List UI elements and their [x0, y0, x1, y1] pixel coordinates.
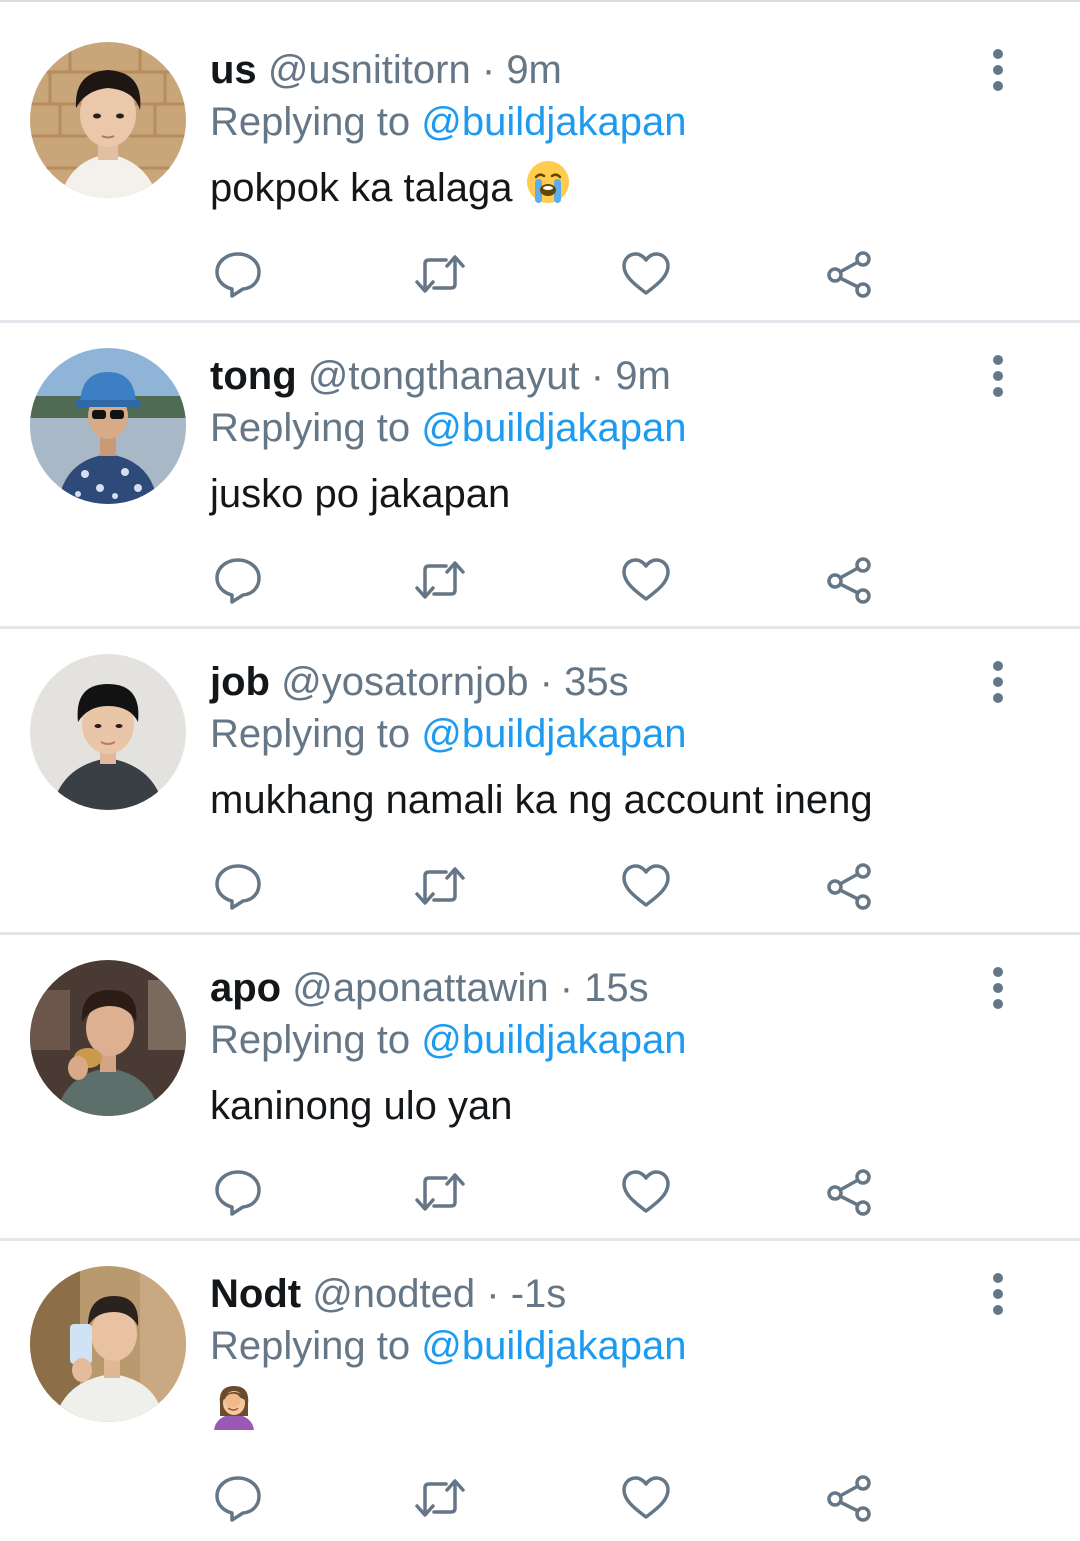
more-options-icon[interactable] — [978, 660, 1018, 704]
handle[interactable]: @tongthanayut — [308, 354, 580, 398]
like-heart-icon[interactable] — [620, 860, 672, 912]
tweet-text-content: pokpok ka talaga — [210, 166, 513, 211]
retweet-icon[interactable] — [414, 860, 466, 912]
reply-tweet[interactable]: us @usnititorn · 9m Replying to @buildja… — [0, 0, 1080, 323]
replying-label: Replying to — [210, 1324, 411, 1368]
more-options-icon[interactable] — [978, 966, 1018, 1010]
avatar[interactable] — [30, 1266, 186, 1422]
display-name[interactable]: job — [210, 660, 270, 704]
tweet-text-content: kaninong ulo yan — [210, 1084, 513, 1128]
like-heart-icon[interactable] — [620, 248, 672, 300]
separator: · — [486, 1272, 500, 1316]
reply-tweet[interactable]: job @yosatornjob · 35s Replying to @buil… — [0, 612, 1080, 935]
like-heart-icon[interactable] — [620, 1472, 672, 1524]
display-name[interactable]: apo — [210, 966, 281, 1010]
more-options-icon[interactable] — [978, 354, 1018, 398]
replying-to-line: Replying to @buildjakapan — [210, 706, 686, 762]
replying-mention[interactable]: @buildjakapan — [421, 406, 686, 450]
replying-mention[interactable]: @buildjakapan — [421, 1324, 686, 1368]
like-heart-icon[interactable] — [620, 554, 672, 606]
avatar[interactable] — [30, 42, 186, 198]
share-icon[interactable] — [824, 248, 876, 300]
avatar[interactable] — [30, 960, 186, 1116]
handle[interactable]: @yosatornjob — [281, 660, 528, 704]
timestamp[interactable]: -1s — [511, 1272, 567, 1316]
share-icon[interactable] — [824, 1166, 876, 1218]
tweet-text — [210, 1382, 258, 1442]
tweet-header: job @yosatornjob · 35s — [210, 654, 629, 710]
separator: · — [539, 660, 553, 704]
retweet-icon[interactable] — [414, 248, 466, 300]
tweet-text: jusko po jakapan — [210, 464, 510, 524]
reply-tweet[interactable]: apo @aponattawin · 15s Replying to @buil… — [0, 918, 1080, 1241]
replying-to-line: Replying to @buildjakapan — [210, 94, 686, 150]
timestamp[interactable]: 9m — [506, 48, 562, 92]
share-icon[interactable] — [824, 1472, 876, 1524]
replying-to-line: Replying to @buildjakapan — [210, 1318, 686, 1374]
replying-mention[interactable]: @buildjakapan — [421, 712, 686, 756]
separator: · — [481, 48, 496, 92]
replying-to-line: Replying to @buildjakapan — [210, 1012, 686, 1068]
reply-icon[interactable] — [212, 554, 264, 606]
tweet-text: kaninong ulo yan — [210, 1076, 512, 1136]
tweet-header: tong @tongthanayut · 9m — [210, 348, 671, 404]
reply-icon[interactable] — [212, 1166, 264, 1218]
reply-tweet[interactable]: Nodt @nodted · -1s Replying to @buildjak… — [0, 1224, 1080, 1541]
replying-mention[interactable]: @buildjakapan — [421, 1018, 686, 1062]
tweet-text-content: jusko po jakapan — [210, 472, 511, 516]
timestamp[interactable]: 35s — [564, 660, 629, 704]
woman-facepalming-icon — [210, 1382, 258, 1447]
tweet-text-content: mukhang namali ka ng account ineng — [210, 778, 873, 822]
loudly-crying-face-icon — [524, 158, 572, 223]
reply-icon[interactable] — [212, 860, 264, 912]
reply-icon[interactable] — [212, 1472, 264, 1524]
like-heart-icon[interactable] — [620, 1166, 672, 1218]
tweet-header: us @usnititorn · 9m — [210, 42, 562, 98]
more-options-icon[interactable] — [978, 48, 1018, 92]
replying-label: Replying to — [210, 100, 411, 144]
replying-label: Replying to — [210, 712, 411, 756]
avatar[interactable] — [30, 348, 186, 504]
display-name[interactable]: tong — [210, 354, 297, 398]
replying-label: Replying to — [210, 1018, 411, 1062]
more-options-icon[interactable] — [978, 1272, 1018, 1316]
handle[interactable]: @usnititorn — [268, 48, 471, 92]
tweet-text: mukhang namali ka ng account ineng — [210, 770, 873, 830]
retweet-icon[interactable] — [414, 1472, 466, 1524]
display-name[interactable]: us — [210, 48, 257, 92]
avatar[interactable] — [30, 654, 186, 810]
share-icon[interactable] — [824, 860, 876, 912]
handle[interactable]: @nodted — [312, 1272, 475, 1316]
timestamp[interactable]: 15s — [584, 966, 649, 1010]
timestamp[interactable]: 9m — [615, 354, 671, 398]
handle[interactable]: @aponattawin — [292, 966, 548, 1010]
tweet-header: apo @aponattawin · 15s — [210, 960, 649, 1016]
tweet-text: pokpok ka talaga — [210, 158, 572, 218]
separator: · — [590, 354, 605, 398]
retweet-icon[interactable] — [414, 1166, 466, 1218]
replying-mention[interactable]: @buildjakapan — [421, 100, 686, 144]
replying-label: Replying to — [210, 406, 411, 450]
reply-tweet[interactable]: tong @tongthanayut · 9m Replying to @bui… — [0, 306, 1080, 629]
separator: · — [559, 966, 574, 1010]
share-icon[interactable] — [824, 554, 876, 606]
reply-icon[interactable] — [212, 248, 264, 300]
retweet-icon[interactable] — [414, 554, 466, 606]
display-name[interactable]: Nodt — [210, 1272, 301, 1316]
replying-to-line: Replying to @buildjakapan — [210, 400, 686, 456]
tweet-header: Nodt @nodted · -1s — [210, 1266, 566, 1322]
